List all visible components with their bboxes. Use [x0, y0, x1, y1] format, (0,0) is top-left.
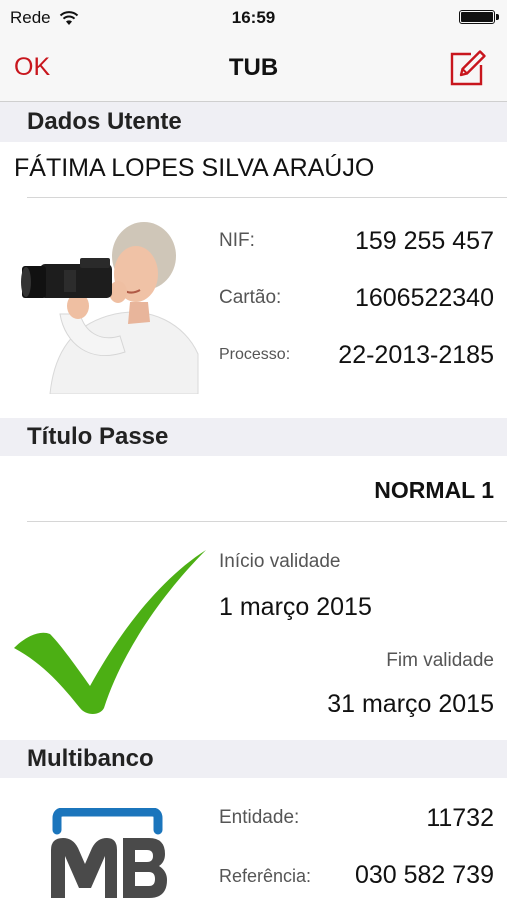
status-time: 16:59: [231, 8, 276, 27]
utente-name: FÁTIMA LOPES SILVA ARAÚJO: [14, 154, 375, 182]
referencia-label: Referência:: [219, 866, 312, 886]
page-title: TUB: [228, 54, 279, 81]
compose-icon[interactable]: [447, 48, 487, 88]
entidade-label: Entidade:: [219, 807, 300, 828]
inicio-validade-value: 1 março 2015: [219, 593, 372, 621]
referencia-value: 030 582 739: [354, 861, 494, 889]
nif-value: 159 255 457: [354, 227, 494, 255]
passe-type: NORMAL 1: [374, 477, 494, 503]
fim-validade-value: 31 março 2015: [327, 690, 494, 718]
checkmark-icon: [14, 550, 206, 714]
divider: [27, 521, 507, 522]
section-header-multibanco: Multibanco: [0, 740, 507, 778]
multibanco-logo: [51, 808, 167, 898]
user-photo: [21, 222, 199, 394]
status-bar: Rede 16:59: [0, 0, 507, 34]
section-header-titulo-passe: Título Passe: [0, 418, 507, 456]
section-header-dados-utente: Dados Utente: [0, 102, 507, 142]
fim-validade-label: Fim validade: [386, 650, 494, 671]
battery-icon: [459, 10, 499, 24]
cartao-value: 1606522340: [354, 284, 494, 312]
battery-fill: [461, 12, 493, 22]
navigation-bar: OK TUB: [0, 34, 507, 102]
nif-label: NIF:: [219, 230, 255, 251]
entidade-value: 11732: [426, 804, 494, 832]
battery-tip: [496, 14, 499, 20]
cartao-label: Cartão:: [219, 287, 282, 308]
inicio-validade-label: Início validade: [219, 551, 341, 572]
processo-label: Processo:: [219, 346, 291, 363]
divider: [27, 197, 507, 198]
processo-value: 22-2013-2185: [338, 341, 494, 369]
